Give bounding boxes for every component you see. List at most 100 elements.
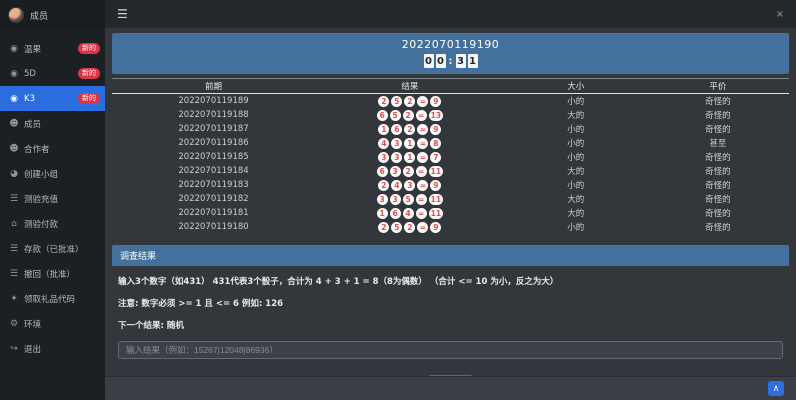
equals-ball: = [417,123,429,135]
sum-ball: 9 [430,221,442,233]
period-cell: 2022070119181 [178,208,249,218]
parity-cell: 奇怪的 [705,223,731,233]
sidebar-item[interactable]: ☻ 合作者 [0,136,105,161]
table-row: 2022070119185 3 3 1 = 7 小的 奇怪的 [112,150,789,164]
dice-result-cell: 4 3 1 = 8 [315,137,505,149]
table-row: 2022070119184 6 3 2 = 11 大的 奇怪的 [112,164,789,178]
new-badge: 新的 [78,68,100,79]
dice-result-cell: 6 5 2 = 13 [315,109,505,121]
dice-ball: 3 [391,137,403,149]
pie-chart-icon: ◕ [10,168,18,179]
sidebar-item[interactable]: ☰ 撤回（批准） [0,261,105,286]
menu-toggle-icon[interactable]: ☰ [117,7,128,21]
footer: ∧ [105,376,796,400]
parity-cell: 奇怪的 [705,97,731,107]
table-row: 2022070119181 1 6 4 = 11 大的 奇怪的 [112,206,789,220]
equals-ball: = [417,95,429,107]
dice-ball: 5 [391,221,403,233]
game-icon: ◉ [10,68,18,79]
sidebar-item-label: 创建小组 [24,169,59,180]
fullscreen-toggle-icon[interactable]: × [776,9,784,20]
list-icon: ☰ [9,268,19,279]
equals-ball: = [415,165,427,177]
period-cell: 2022070119183 [178,180,249,190]
dice-ball: 1 [376,207,388,219]
sidebar-item-label: 撤回（批准） [24,269,76,280]
rows-icon: ☰ [9,193,19,204]
table-header-row: 前期 结果 大小 平价 [112,79,789,94]
dice-ball: 6 [391,123,403,135]
period-cell: 2022070119189 [178,96,249,106]
sidebar-item-label: 环境 [24,319,42,330]
new-badge: 新的 [78,93,100,104]
dice-result-cell: 2 5 2 = 9 [315,95,505,107]
result-input[interactable] [118,341,783,359]
dice-ball: 6 [376,109,388,121]
sidebar-item-label: 温果 [24,44,42,55]
equals-ball: = [417,151,429,163]
list-icon: ☰ [9,243,19,254]
column-header: 结果 [401,82,419,92]
sidebar-item-label: 合作者 [24,144,50,155]
countdown-digit: 0 [423,54,434,68]
dice-ball: 1 [404,151,416,163]
sidebar-item-label: 5D [24,68,36,79]
next-result-label: 下一个结果: 随机 [118,321,184,331]
period-cell: 2022070119187 [178,124,249,134]
sidebar-item[interactable]: ⚙ 环境 [0,311,105,336]
period-cell: 2022070119184 [178,166,249,176]
dice-ball: 2 [378,95,390,107]
countdown-colon: : [448,55,453,67]
sidebar-item[interactable]: ◉ K3 新的 [0,86,105,111]
app-window: 成员 ◉ 温果 新的 ◉ 5D 新的 ◉ K3 新的 ☻ 成员 ☻ 合作者 ◕ … [0,0,796,400]
current-period: 2022070119190 [401,38,500,51]
parity-cell: 奇怪的 [705,125,731,135]
dice-ball: 3 [376,193,388,205]
period-cell: 2022070119188 [178,110,249,120]
sidebar-item[interactable]: ✦ 领取礼品代码 [0,286,105,311]
sidebar-item-label: 退出 [24,344,42,355]
dice-ball: 2 [404,221,416,233]
dice-ball: 5 [402,193,414,205]
dice-ball: 3 [389,193,401,205]
dice-ball: 3 [391,151,403,163]
sidebar-item[interactable]: ☰ 存款（已批准） [0,236,105,261]
sidebar-item[interactable]: ☰ 测验充值 [0,186,105,211]
size-cell: 小的 [567,139,585,149]
dice-ball: 4 [378,137,390,149]
dice-ball: 4 [402,207,414,219]
dice-result-cell: 1 6 2 = 9 [315,123,505,135]
dice-ball: 1 [378,123,390,135]
sidebar-item[interactable]: ◕ 创建小组 [0,161,105,186]
dice-ball: 3 [389,165,401,177]
dice-ball: 6 [376,165,388,177]
dice-ball: 2 [402,165,414,177]
user-header: 成员 [0,0,105,29]
sidebar-item[interactable]: ◉ 5D 新的 [0,61,105,86]
sidebar-item-label: 存款（已批准） [24,244,84,255]
dice-ball: 5 [389,109,401,121]
game-icon: ◉ [10,93,18,104]
dice-ball: 6 [389,207,401,219]
sidebar-item-label: K3 [24,93,35,104]
table-row: 2022070119186 4 3 1 = 8 小的 甚至 [112,136,789,150]
dice-ball: 2 [404,95,416,107]
period-cell: 2022070119180 [178,222,249,232]
scroll-top-button[interactable]: ∧ [768,381,784,396]
avatar [8,7,24,23]
sidebar-item[interactable]: ☻ 成员 [0,111,105,136]
game-icon: ◉ [10,43,18,54]
dice-ball: 3 [378,151,390,163]
sum-ball: 9 [430,95,442,107]
equals-ball: = [415,207,427,219]
parity-cell: 奇怪的 [705,111,731,121]
sidebar-item[interactable]: ◉ 温果 新的 [0,36,105,61]
dice-result-cell: 2 4 3 = 9 [315,179,505,191]
sidebar-item[interactable]: ⌂ 测验付款 [0,211,105,236]
sidebar-item[interactable]: ↪ 退出 [0,336,105,361]
dice-result-cell: 1 6 4 = 11 [315,207,505,219]
new-badge: 新的 [78,43,100,54]
period-cell: 2022070119186 [178,138,249,148]
column-header: 平价 [709,82,727,92]
parity-cell: 奇怪的 [705,167,731,177]
